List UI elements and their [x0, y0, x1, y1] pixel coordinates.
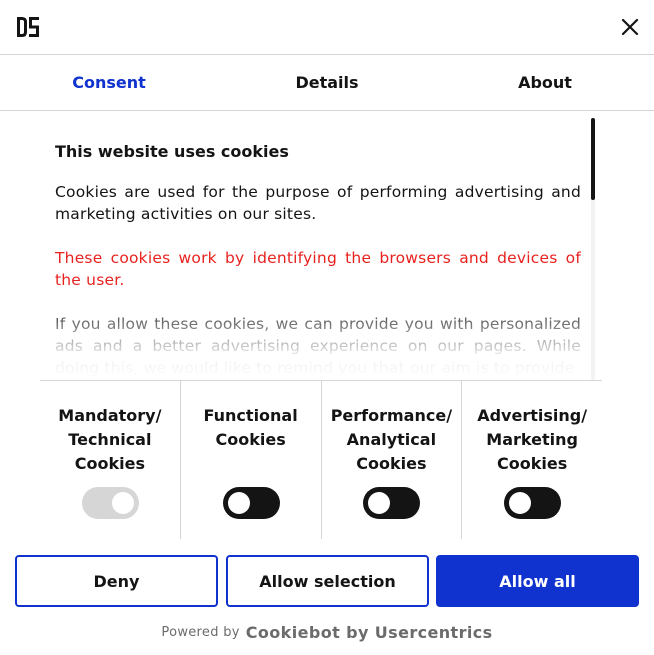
category-functional: Functional Cookies: [179, 381, 321, 539]
category-performance: Performance/ Analytical Cookies: [320, 381, 462, 539]
consent-paragraph: If you allow these cookies, we can provi…: [55, 315, 581, 377]
dialog-header: [0, 0, 654, 55]
tab-consent[interactable]: Consent: [0, 55, 218, 110]
toggle-mandatory: [81, 487, 139, 519]
consent-paragraph-warning: These cookies work by identifying the br…: [55, 249, 581, 289]
ds-logo-icon: [17, 17, 39, 37]
allow-all-button[interactable]: Allow all: [436, 555, 639, 607]
category-label: Mandatory/ Technical Cookies: [58, 406, 162, 473]
powered-by-footer: Powered by Cookiebot by Usercentrics: [0, 620, 654, 644]
deny-button[interactable]: Deny: [15, 555, 218, 607]
cookie-categories: Mandatory/ Technical Cookies Functional …: [40, 380, 602, 539]
consent-text-panel[interactable]: This website uses cookies Cookies are us…: [55, 140, 581, 380]
category-label: Advertising/ Marketing Cookies: [477, 406, 588, 473]
cookiebot-link[interactable]: Cookiebot by Usercentrics: [246, 623, 493, 642]
category-mandatory: Mandatory/ Technical Cookies: [40, 381, 180, 539]
allow-selection-button[interactable]: Allow selection: [226, 555, 429, 607]
toggle-advertising[interactable]: [504, 487, 562, 519]
tab-about[interactable]: About: [436, 55, 654, 110]
powered-by-label: Powered by: [161, 624, 240, 640]
tab-bar: Consent Details About: [0, 55, 654, 111]
tab-details[interactable]: Details: [218, 55, 436, 110]
cookie-consent-dialog: Consent Details About This website uses …: [0, 0, 654, 655]
category-label: Performance/ Analytical Cookies: [330, 406, 453, 473]
consent-paragraph: Cookies are used for the purpose of perf…: [55, 183, 581, 223]
scrollbar-thumb[interactable]: [591, 118, 595, 200]
category-advertising: Advertising/ Marketing Cookies: [461, 381, 602, 539]
category-label: Functional Cookies: [203, 406, 298, 449]
close-icon[interactable]: [618, 15, 642, 39]
consent-heading: This website uses cookies: [55, 142, 289, 161]
toggle-performance[interactable]: [363, 487, 421, 519]
toggle-functional[interactable]: [222, 487, 280, 519]
scrollbar-track[interactable]: [591, 118, 595, 380]
